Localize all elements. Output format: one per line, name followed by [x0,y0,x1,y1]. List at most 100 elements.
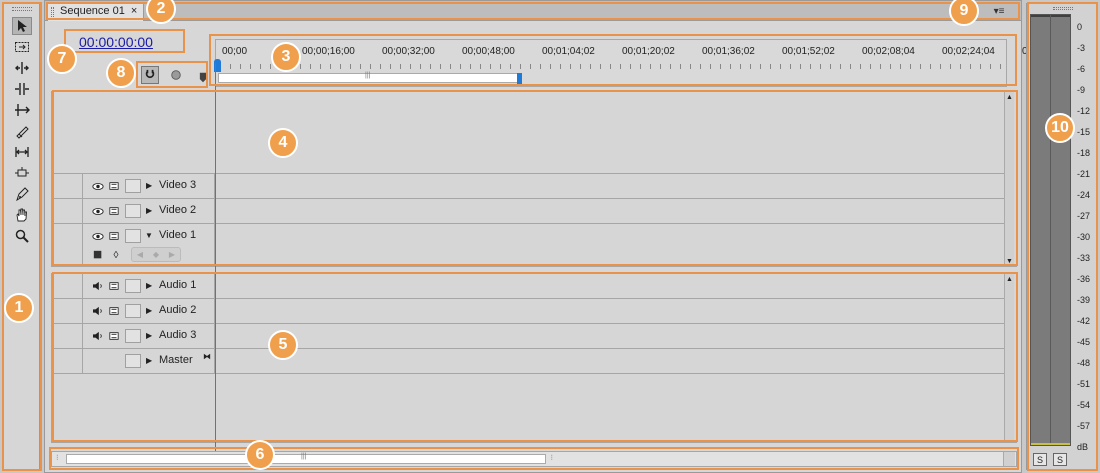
track-row-video-1[interactable]: ▼ Video 1 ◊ ◀ ◆ ▶ [52,224,1004,266]
sync-lock-icon[interactable] [107,229,121,243]
add-keyframe-icon[interactable]: ◆ [153,250,159,259]
track-row-audio-3[interactable]: ▶ Audio 3 [52,324,1004,349]
track-name: Audio 3 [159,329,197,341]
slide-tool-icon[interactable] [12,164,32,182]
keyframe-menu-icon[interactable]: ◊ [109,248,123,262]
sync-lock-icon[interactable] [107,279,121,293]
expand-track-icon[interactable]: ▶ [146,331,152,340]
expand-track-icon[interactable]: ▶ [146,206,152,215]
work-area-grip[interactable]: ||| [365,72,370,79]
track-row-audio-1[interactable]: ▶ Audio 1 [52,274,1004,299]
ruler-minor-tick [880,64,881,69]
horizontal-scrollbar[interactable]: ⁝ ||| ⁝ [51,451,1017,467]
db-scale-label: -18 [1077,148,1091,158]
track-lock-toggle[interactable] [125,204,141,218]
scroll-bar-grip[interactable]: ||| [301,453,306,460]
tab-sequence[interactable]: Sequence 01 × [47,2,145,21]
zoom-scroll-bar[interactable]: ||| ⁝ [66,453,553,464]
speaker-icon[interactable] [91,329,105,343]
expand-track-icon[interactable]: ▶ [146,356,152,365]
expand-track-icon[interactable]: ▶ [146,181,152,190]
prev-keyframe-icon[interactable]: ◀ [137,250,143,259]
panel-menu-button[interactable]: ▾≡ [985,4,1013,18]
scroll-up-icon[interactable]: ▲ [1006,276,1013,283]
eye-icon[interactable] [91,204,105,218]
next-keyframe-icon[interactable]: ▶ [169,250,175,259]
ruler-minor-tick [950,64,951,69]
db-scale-label: -51 [1077,379,1091,389]
time-ruler[interactable]: 00;00 00;00;16;00 00;00;32;00 00;00;48;00 00… [214,39,1041,87]
hand-tool-icon[interactable] [12,206,32,224]
close-icon[interactable]: × [131,5,137,21]
ruler-minor-tick [740,64,741,69]
ruler-tick-label: 00;01;52;02 [782,46,835,57]
expand-track-icon[interactable]: ▶ [146,281,152,290]
panel-grip[interactable] [1053,7,1073,10]
scroll-up-icon[interactable]: ▲ [1006,94,1013,101]
scroll-grip-icon[interactable]: ⁝ [550,453,553,462]
ruler-minor-tick [270,64,271,69]
track-lock-toggle[interactable] [125,179,141,193]
sync-lock-icon[interactable] [107,304,121,318]
ruler-minor-tick [550,64,551,69]
ruler-minor-tick [900,64,901,69]
selection-tool-icon[interactable] [12,17,32,35]
ruler-minor-tick [520,64,521,69]
set-marker-icon[interactable] [194,68,212,86]
display-style-icon[interactable] [91,248,105,262]
ruler-minor-tick [350,64,351,69]
db-scale-label: -3 [1077,43,1086,53]
ruler-minor-tick [320,64,321,69]
ruler-minor-tick [450,64,451,69]
add-marker-icon[interactable] [167,66,185,84]
track-row-audio-2[interactable]: ▶ Audio 2 [52,299,1004,324]
scroll-down-icon[interactable]: ▼ [1006,258,1013,265]
zoom-tool-icon[interactable] [12,227,32,245]
track-lock-toggle[interactable] [125,329,141,343]
db-scale-label: -15 [1077,127,1091,137]
speaker-icon[interactable] [91,304,105,318]
eye-icon[interactable] [91,179,105,193]
track-row-video-2[interactable]: ▶ Video 2 [52,199,1004,224]
ruler-minor-tick [750,64,751,69]
track-row-video-3[interactable]: ▶ Video 3 [52,174,1004,199]
razor-tool-icon[interactable] [12,122,32,140]
track-lock-toggle[interactable] [125,229,141,243]
rate-stretch-tool-icon[interactable] [12,101,32,119]
ruler-minor-tick [680,64,681,69]
pen-tool-icon[interactable] [12,185,32,203]
track-lock-toggle[interactable] [125,354,141,368]
sync-lock-icon[interactable] [107,179,121,193]
video-empty-space [52,92,1004,174]
eye-icon[interactable] [91,229,105,243]
scroll-grip-icon[interactable]: ⁝ [56,453,59,462]
audio-vertical-scrollbar[interactable]: ▲ [1004,274,1014,442]
work-area-end-marker[interactable] [517,73,522,84]
track-lock-toggle[interactable] [125,304,141,318]
expand-track-icon[interactable]: ▶ [146,306,152,315]
current-time-display[interactable]: 00:00:00:00 [79,34,153,50]
keyframe-navigator[interactable]: ◀ ◆ ▶ [131,247,181,262]
work-area-bar[interactable]: ||| [218,72,520,83]
rolling-edit-tool-icon[interactable] [12,80,32,98]
ruler-minor-tick [920,64,921,69]
collapse-track-icon[interactable]: ▼ [145,231,153,240]
slip-tool-icon[interactable] [12,143,32,161]
track-select-tool-icon[interactable] [12,38,32,56]
snap-icon[interactable] [141,66,159,84]
ruler-minor-tick [590,64,591,69]
sync-lock-icon[interactable] [107,329,121,343]
tab-grip[interactable] [51,7,54,17]
track-row-master[interactable]: ▶ Master ⧓ [52,349,1004,374]
sync-lock-icon[interactable] [107,204,121,218]
video-vertical-scrollbar[interactable]: ▲ ▼ [1004,92,1014,266]
panel-grip[interactable] [12,7,32,11]
audio-meters-panel: 0 -3 -6 -9 -12 -15 -18 -21 -24 -27 -30 -33 -36 -39 -42… [1026,3,1098,470]
speaker-icon[interactable] [91,279,105,293]
track-header: ▼ Video 1 ◊ ◀ ◆ ▶ [82,224,214,266]
track-lock-toggle[interactable] [125,279,141,293]
solo-right-button[interactable]: S [1053,453,1067,466]
track-header: ▶ Audio 2 [82,299,214,323]
ripple-edit-tool-icon[interactable] [12,59,32,77]
solo-left-button[interactable]: S [1033,453,1047,466]
